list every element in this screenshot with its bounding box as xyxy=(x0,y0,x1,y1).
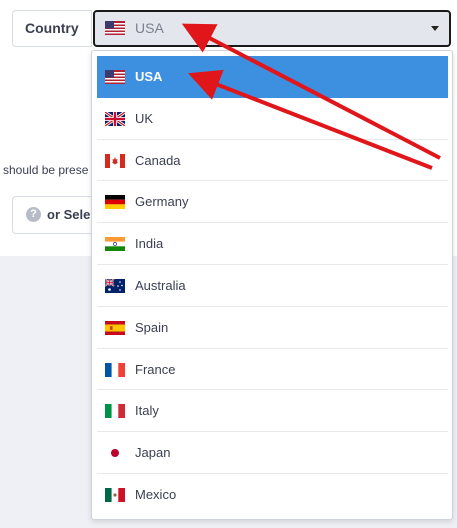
us-flag-icon xyxy=(105,70,125,84)
india-flag-icon xyxy=(105,237,125,252)
option-label: Australia xyxy=(135,277,186,293)
option-spain[interactable]: Spain xyxy=(97,307,448,349)
country-select[interactable]: USA xyxy=(93,10,451,47)
option-label: Japan xyxy=(135,445,171,461)
or-select-button[interactable]: ? or Sele xyxy=(12,196,102,234)
italy-flag-icon xyxy=(105,404,125,419)
hint-text: should be prese xyxy=(3,163,89,177)
canada-flag-icon xyxy=(105,153,125,168)
option-label: France xyxy=(135,361,176,377)
or-select-label: or Sele xyxy=(47,207,91,222)
option-label: Italy xyxy=(135,403,159,419)
japan-flag-icon xyxy=(105,446,125,461)
mexico-flag-icon xyxy=(105,487,125,502)
option-label: Canada xyxy=(135,152,181,168)
chevron-down-icon xyxy=(431,26,439,31)
country-label: Country xyxy=(12,10,92,47)
australia-flag-icon xyxy=(105,278,125,293)
selected-country-value: USA xyxy=(135,20,164,36)
option-australia[interactable]: Australia xyxy=(97,265,448,307)
germany-flag-icon xyxy=(105,195,125,210)
option-japan[interactable]: Japan xyxy=(97,432,448,474)
spain-flag-icon xyxy=(105,320,125,335)
us-flag-icon xyxy=(105,21,125,35)
country-dropdown-list: USA UK Canada Germany India Australia Sp… xyxy=(91,50,453,520)
help-icon: ? xyxy=(26,207,41,222)
option-germany[interactable]: Germany xyxy=(97,181,448,224)
option-france[interactable]: France xyxy=(97,349,448,391)
option-label: UK xyxy=(135,110,154,126)
option-canada[interactable]: Canada xyxy=(97,140,448,182)
option-label: Spain xyxy=(135,319,169,335)
option-italy[interactable]: Italy xyxy=(97,390,448,433)
france-flag-icon xyxy=(105,362,125,377)
option-label: Germany xyxy=(135,194,189,210)
option-label: India xyxy=(135,236,164,252)
option-uk[interactable]: UK xyxy=(97,98,448,140)
option-label: Mexico xyxy=(135,486,177,502)
uk-flag-icon xyxy=(105,111,125,126)
option-mexico[interactable]: Mexico xyxy=(97,474,448,516)
option-label: USA xyxy=(135,69,163,84)
option-usa[interactable]: USA xyxy=(97,56,448,98)
option-india[interactable]: India xyxy=(97,223,448,265)
